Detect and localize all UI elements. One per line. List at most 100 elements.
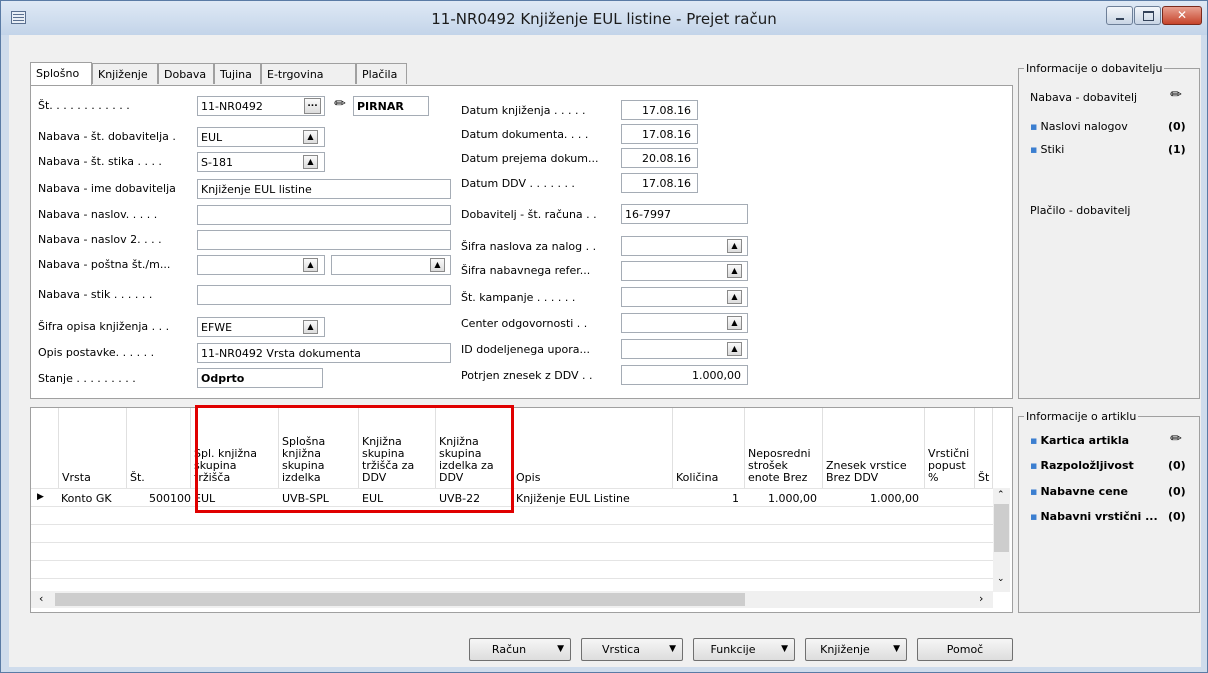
item-info-title: Informacije o artiklu bbox=[1024, 410, 1139, 423]
column-header-label: Vrsta bbox=[62, 471, 91, 484]
functions-menu-button[interactable]: Funkcije ▼ bbox=[693, 638, 795, 661]
field-label-order-address-code: Šifra naslova za nalog . . bbox=[461, 240, 597, 253]
maximize-button[interactable] bbox=[1134, 6, 1161, 25]
column-header-label: Št bbox=[978, 471, 990, 484]
receipt-date-input[interactable]: 20.08.16 bbox=[621, 148, 698, 168]
scroll-thumb[interactable] bbox=[55, 593, 745, 606]
vertical-scrollbar[interactable]: ⌃ ⌄ bbox=[993, 488, 1010, 592]
column-header-no[interactable]: Št. bbox=[127, 408, 191, 488]
factbox-item-item-card[interactable]: ▪ Kartica artikla bbox=[1030, 434, 1129, 447]
grid-separator bbox=[31, 560, 993, 561]
factbox-item-purchase-prices[interactable]: ▪ Nabavne cene bbox=[1030, 485, 1128, 498]
edit-pencil-icon[interactable]: ✏ bbox=[1168, 87, 1184, 103]
factbox-item-label: Stiki bbox=[1040, 143, 1065, 156]
edit-pencil-icon[interactable]: ✏ bbox=[332, 96, 348, 112]
factbox-item-label: Nabavne cene bbox=[1040, 485, 1128, 498]
lookup-arrow-icon[interactable]: ▲ bbox=[727, 342, 742, 356]
column-header-label: Neposredni strošek enote Brez bbox=[748, 447, 811, 484]
scroll-thumb[interactable] bbox=[994, 504, 1009, 552]
tab-general[interactable]: Splošno bbox=[30, 62, 92, 85]
lookup-arrow-icon[interactable]: ▲ bbox=[727, 239, 742, 253]
factbox-item-availability[interactable]: ▪ Razpoložljivost bbox=[1030, 459, 1134, 472]
lookup-arrow-icon[interactable]: ▲ bbox=[303, 258, 318, 272]
scroll-right-icon[interactable]: › bbox=[979, 592, 983, 605]
column-header-direct-unit-cost[interactable]: Neposredni strošek enote Brez bbox=[745, 408, 823, 488]
table-cell-no[interactable]: 500100 bbox=[127, 492, 191, 505]
assist-edit-button[interactable]: ... bbox=[304, 98, 321, 114]
dropdown-arrow-icon: ▼ bbox=[669, 644, 676, 654]
purchase-lines-grid: Vrsta Št. Spl. knjižna skupina tržišča S… bbox=[30, 407, 1013, 613]
vendor-info-header: Nabava - dobavitelj bbox=[1030, 91, 1138, 104]
factbox-item-count: (1) bbox=[1168, 143, 1186, 156]
field-label-responsibility-center: Center odgovornosti . . bbox=[461, 317, 588, 330]
lookup-arrow-icon[interactable]: ▲ bbox=[303, 155, 318, 169]
table-cell-direct-unit-cost[interactable]: 1.000,00 bbox=[745, 492, 817, 505]
table-cell-type[interactable]: Konto GK bbox=[61, 492, 112, 505]
tab-posting[interactable]: Knjiženje bbox=[92, 63, 158, 84]
table-cell-line-amount[interactable]: 1.000,00 bbox=[823, 492, 919, 505]
scroll-up-icon[interactable]: ⌃ bbox=[997, 490, 1005, 500]
address-2-input[interactable] bbox=[197, 230, 451, 250]
edit-pencil-icon[interactable]: ✏ bbox=[1168, 431, 1184, 447]
minimize-button[interactable] bbox=[1106, 6, 1133, 25]
vendor-payment-header: Plačilo - dobavitelj bbox=[1030, 204, 1131, 217]
vendor-info-factbox bbox=[1018, 68, 1200, 399]
column-header-more[interactable]: Št bbox=[975, 408, 993, 488]
vat-date-input[interactable]: 17.08.16 bbox=[621, 173, 698, 193]
horizontal-scrollbar[interactable]: ‹ › bbox=[31, 591, 993, 608]
posting-date-input[interactable]: 17.08.16 bbox=[621, 100, 698, 120]
lookup-arrow-icon[interactable]: ▲ bbox=[727, 316, 742, 330]
vendor-info-title: Informacije o dobavitelju bbox=[1024, 62, 1165, 75]
table-cell-quantity[interactable]: 1 bbox=[673, 492, 739, 505]
document-date-input[interactable]: 17.08.16 bbox=[621, 124, 698, 144]
close-button[interactable] bbox=[1162, 6, 1202, 25]
lookup-arrow-icon[interactable]: ▲ bbox=[303, 320, 318, 334]
status-field: Odprto bbox=[197, 368, 323, 388]
column-header-type[interactable]: Vrsta bbox=[59, 408, 127, 488]
column-header-quantity[interactable]: Količina bbox=[673, 408, 745, 488]
line-menu-button[interactable]: Vrstica ▼ bbox=[581, 638, 683, 661]
posting-menu-button[interactable]: Knjiženje ▼ bbox=[805, 638, 907, 661]
factbox-item-line-discounts[interactable]: ▪ Nabavni vrstični ... bbox=[1030, 510, 1158, 523]
confirmed-amount-input[interactable]: 1.000,00 bbox=[621, 365, 748, 385]
column-header-line-amount[interactable]: Znesek vrstice Brez DDV bbox=[823, 408, 925, 488]
grid-separator bbox=[31, 542, 993, 543]
field-label-line-description: Opis postavke. . . . . . bbox=[38, 346, 155, 359]
field-label-address-2: Nabava - naslov 2. . . . bbox=[38, 233, 162, 246]
row-selector-header bbox=[31, 408, 59, 488]
column-header-label: Vrstični popust % bbox=[928, 447, 970, 484]
address-input[interactable] bbox=[197, 205, 451, 225]
tab-foreign[interactable]: Tujina bbox=[214, 63, 261, 84]
grid-separator bbox=[31, 578, 993, 579]
highlight-box bbox=[195, 405, 514, 513]
column-header-label: Opis bbox=[516, 471, 541, 484]
column-header-label: Količina bbox=[676, 471, 719, 484]
column-header-label: Znesek vrstice Brez DDV bbox=[826, 459, 907, 484]
scroll-down-icon[interactable]: ⌄ bbox=[997, 574, 1005, 584]
field-label-assigned-user-id: ID dodeljenega upora... bbox=[461, 343, 590, 356]
contact-input[interactable] bbox=[197, 285, 451, 305]
lookup-arrow-icon[interactable]: ▲ bbox=[430, 258, 445, 272]
tab-ecommerce[interactable]: E-trgovina bbox=[261, 63, 356, 84]
field-label-vendor-name: Nabava - ime dobavitelja bbox=[38, 182, 176, 195]
factbox-item-count: (0) bbox=[1168, 459, 1186, 472]
lookup-arrow-icon[interactable]: ▲ bbox=[727, 290, 742, 304]
field-label-no: Št. . . . . . . . . . . . bbox=[38, 99, 130, 112]
table-cell-description[interactable]: Knjiženje EUL Listine bbox=[516, 492, 630, 505]
grid-separator bbox=[31, 524, 993, 525]
factbox-item-contacts[interactable]: ▪ Stiki bbox=[1030, 143, 1064, 156]
lookup-arrow-icon[interactable]: ▲ bbox=[727, 264, 742, 278]
vendor-invoice-no-input[interactable]: 16-7997 bbox=[621, 204, 748, 224]
scroll-left-icon[interactable]: ‹ bbox=[39, 592, 43, 605]
help-button[interactable]: Pomoč bbox=[917, 638, 1013, 661]
column-header-description[interactable]: Opis bbox=[513, 408, 673, 488]
tab-payments[interactable]: Plačila bbox=[356, 63, 407, 84]
factbox-item-order-addresses[interactable]: ▪ Naslovi nalogov bbox=[1030, 120, 1128, 133]
lookup-arrow-icon[interactable]: ▲ bbox=[303, 130, 318, 144]
factbox-item-count: (0) bbox=[1168, 485, 1186, 498]
invoice-menu-button[interactable]: Račun ▼ bbox=[469, 638, 571, 661]
vendor-name-input[interactable]: Knjiženje EUL listine bbox=[197, 179, 451, 199]
line-description-input[interactable]: 11-NR0492 Vrsta dokumenta bbox=[197, 343, 451, 363]
tab-shipping[interactable]: Dobava bbox=[158, 63, 214, 84]
column-header-line-discount[interactable]: Vrstični popust % bbox=[925, 408, 975, 488]
